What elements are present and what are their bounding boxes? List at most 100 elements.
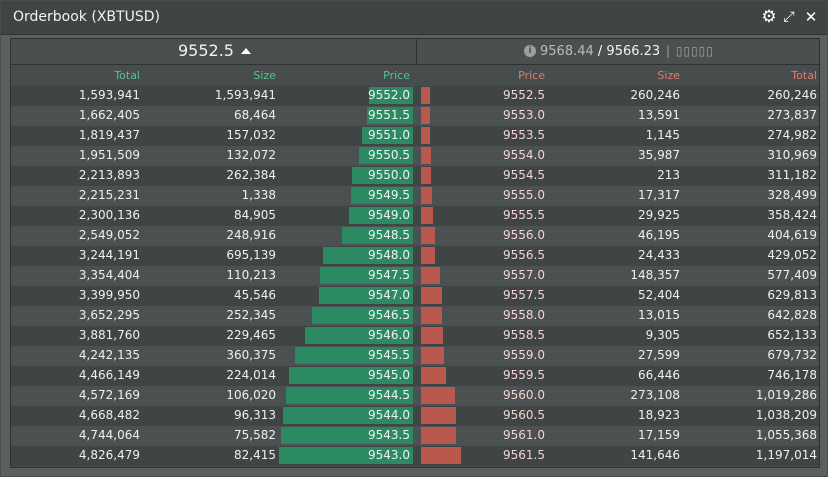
table-row[interactable]: 1,662,405 68,464 9551.5 9553.0 13,591 273,837: [11, 106, 819, 126]
ask-total: 429,052: [767, 248, 817, 262]
ask-depth-bar: [421, 387, 455, 404]
bid-price[interactable]: 9547.5: [368, 268, 410, 282]
table-row[interactable]: 4,572,169 106,020 9544.5 9560.0 273,108 1,019…: [11, 386, 819, 406]
bid-price[interactable]: 9545.0: [368, 368, 410, 382]
bid-total: 2,213,893: [78, 168, 140, 182]
ask-price[interactable]: 9560.0: [503, 388, 545, 402]
close-icon[interactable]: ✕: [802, 7, 820, 27]
bid-size: 360,375: [226, 348, 276, 362]
bid-price[interactable]: 9546.0: [368, 328, 410, 342]
ask-price[interactable]: 9553.5: [503, 128, 545, 142]
bid-total: 4,242,135: [78, 348, 140, 362]
bid-price[interactable]: 9552.0: [368, 88, 410, 102]
table-row[interactable]: 3,881,760 229,465 9546.0 9558.5 9,305 652,133: [11, 326, 819, 346]
ask-depth-bar: [421, 207, 433, 224]
gear-icon[interactable]: ⚙: [760, 7, 778, 27]
bid-total: 3,652,295: [78, 308, 140, 322]
bid-size: 262,384: [226, 168, 276, 182]
table-row[interactable]: 2,215,231 1,338 9549.5 9555.0 17,317 328,499: [11, 186, 819, 206]
ask-price[interactable]: 9554.5: [503, 168, 545, 182]
ask-price[interactable]: 9558.0: [503, 308, 545, 322]
table-row[interactable]: 3,399,950 45,546 9547.0 9557.5 52,404 629,813: [11, 286, 819, 306]
table-row[interactable]: 4,744,064 75,582 9543.5 9561.0 17,159 1,055,3…: [11, 426, 819, 446]
bid-price[interactable]: 9544.0: [368, 408, 410, 422]
ask-size: 52,404: [638, 288, 680, 302]
bid-price[interactable]: 9549.0: [368, 208, 410, 222]
ask-price[interactable]: 9561.5: [503, 448, 545, 462]
expand-icon[interactable]: ⤢: [780, 7, 798, 27]
ask-depth-bar: [421, 307, 442, 324]
table-row[interactable]: 1,593,941 1,593,941 9552.0 9552.5 260,246 260…: [11, 86, 819, 106]
col-bid-total[interactable]: Total: [114, 69, 140, 82]
ask-size: 213: [657, 168, 680, 182]
info-icon[interactable]: i: [524, 45, 536, 57]
bid-price[interactable]: 9544.5: [368, 388, 410, 402]
bid-price[interactable]: 9551.0: [368, 128, 410, 142]
bid-size: 157,032: [226, 128, 276, 142]
bid-price[interactable]: 9548.0: [368, 248, 410, 262]
table-row[interactable]: 1,819,437 157,032 9551.0 9553.5 1,145 274,982: [11, 126, 819, 146]
bid-price[interactable]: 9548.5: [368, 228, 410, 242]
ask-price[interactable]: 9561.0: [503, 428, 545, 442]
col-ask-size[interactable]: Size: [657, 69, 680, 82]
col-ask-price[interactable]: Price: [518, 69, 545, 82]
ask-total: 679,732: [767, 348, 817, 362]
bid-price[interactable]: 9550.0: [368, 168, 410, 182]
ask-price[interactable]: 9554.0: [503, 148, 545, 162]
table-row[interactable]: 4,242,135 360,375 9545.5 9559.0 27,599 679,73…: [11, 346, 819, 366]
ask-price[interactable]: 9558.5: [503, 328, 545, 342]
bid-size: 248,916: [226, 228, 276, 242]
table-row[interactable]: 4,668,482 96,313 9544.0 9560.5 18,923 1,038,2…: [11, 406, 819, 426]
ask-price[interactable]: 9552.5: [503, 88, 545, 102]
bid-price[interactable]: 9551.5: [368, 108, 410, 122]
bid-total: 3,354,404: [78, 268, 140, 282]
window-title: Orderbook (XBTUSD): [13, 9, 160, 25]
bid-size: 82,415: [234, 448, 276, 462]
ask-price[interactable]: 9559.5: [503, 368, 545, 382]
ask-price[interactable]: 9553.0: [503, 108, 545, 122]
ask-price[interactable]: 9555.0: [503, 188, 545, 202]
col-bid-price[interactable]: Price: [383, 69, 410, 82]
table-row[interactable]: 4,466,149 224,014 9545.0 9559.5 66,446 746,17…: [11, 366, 819, 386]
bid-price[interactable]: 9543.5: [368, 428, 410, 442]
ask-depth-bar: [421, 367, 446, 384]
ask-total: 328,499: [767, 188, 817, 202]
ask-total: 1,038,209: [755, 408, 817, 422]
ask-price[interactable]: 9560.5: [503, 408, 545, 422]
bid-price[interactable]: 9550.5: [368, 148, 410, 162]
ask-depth-bar: [421, 267, 440, 284]
table-row[interactable]: 2,549,052 248,916 9548.5 9556.0 46,195 404,61…: [11, 226, 819, 246]
bid-total: 2,549,052: [78, 228, 140, 242]
ask-price[interactable]: 9557.0: [503, 268, 545, 282]
index-price: 9566.23: [606, 44, 661, 59]
up-arrow-icon: [241, 48, 251, 54]
ask-size: 66,446: [638, 368, 680, 382]
ask-depth-bar: [421, 247, 435, 264]
ask-total: 1,197,014: [755, 448, 817, 462]
table-row[interactable]: 3,354,404 110,213 9547.5 9557.0 148,357 577,4…: [11, 266, 819, 286]
bid-price[interactable]: 9547.0: [368, 288, 410, 302]
table-row[interactable]: 1,951,509 132,072 9550.5 9554.0 35,987 310,96…: [11, 146, 819, 166]
bid-price[interactable]: 9543.0: [368, 448, 410, 462]
bid-size: 75,582: [234, 428, 276, 442]
ask-price[interactable]: 9556.0: [503, 228, 545, 242]
table-row[interactable]: 4,826,479 82,415 9543.0 9561.5 141,646 1,197,…: [11, 446, 819, 466]
bid-price[interactable]: 9546.5: [368, 308, 410, 322]
table-row[interactable]: 2,300,136 84,905 9549.0 9555.5 29,925 358,424: [11, 206, 819, 226]
table-row[interactable]: 3,652,295 252,345 9546.5 9558.0 13,015 642,82…: [11, 306, 819, 326]
bid-size: 45,546: [234, 288, 276, 302]
bid-price[interactable]: 9545.5: [368, 348, 410, 362]
ask-price[interactable]: 9555.5: [503, 208, 545, 222]
ask-size: 9,305: [645, 328, 680, 342]
ask-price[interactable]: 9559.0: [503, 348, 545, 362]
ask-size: 24,433: [638, 248, 680, 262]
ask-depth-bar: [421, 147, 431, 164]
ask-price[interactable]: 9557.5: [503, 288, 545, 302]
ask-price[interactable]: 9556.5: [503, 248, 545, 262]
bid-price[interactable]: 9549.5: [368, 188, 410, 202]
table-row[interactable]: 3,244,191 695,139 9548.0 9556.5 24,433 429,05…: [11, 246, 819, 266]
bid-size: 132,072: [226, 148, 276, 162]
table-row[interactable]: 2,213,893 262,384 9550.0 9554.5 213 311,182: [11, 166, 819, 186]
col-bid-size[interactable]: Size: [253, 69, 276, 82]
col-ask-total[interactable]: Total: [791, 69, 817, 82]
